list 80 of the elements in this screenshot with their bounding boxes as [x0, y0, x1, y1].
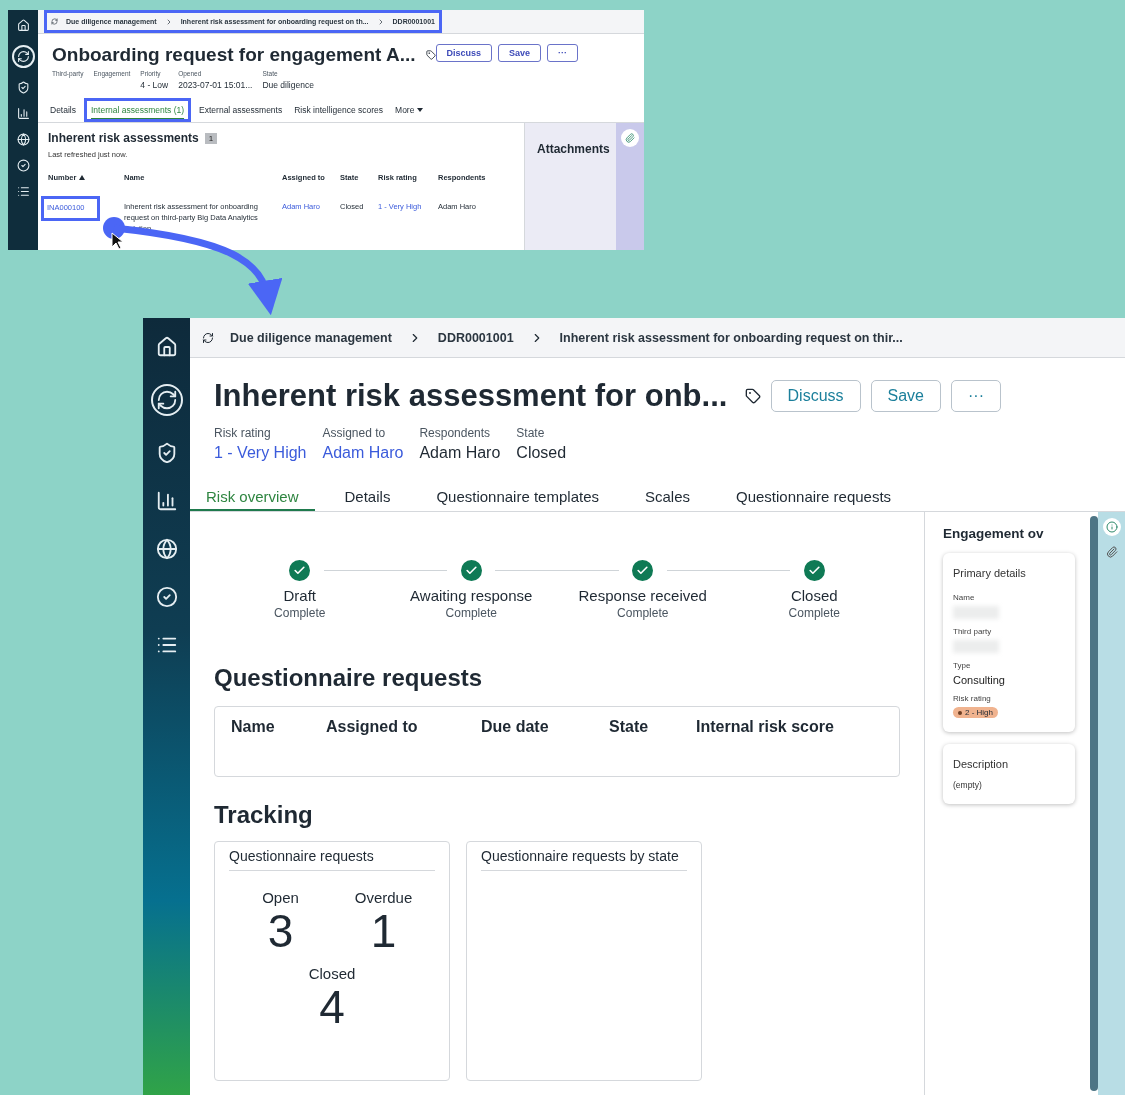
sync-icon[interactable] — [150, 384, 183, 416]
field-value: Closed — [516, 444, 567, 462]
tag-icon[interactable] — [425, 50, 436, 60]
step-label: Draft — [283, 587, 316, 604]
field-label: Risk rating — [953, 694, 992, 703]
section-title: Questionnaire requests — [214, 664, 484, 692]
step-label: Closed — [790, 587, 838, 604]
card-title: Questionnaire requests — [229, 848, 435, 871]
list-icon[interactable] — [16, 185, 30, 198]
card-title: Description — [953, 758, 1010, 770]
globe-icon[interactable] — [16, 133, 30, 146]
check-circle-icon[interactable] — [155, 586, 178, 608]
column-header[interactable]: Name — [231, 718, 326, 736]
sync-icon — [202, 331, 214, 344]
sort-up-icon — [79, 175, 86, 180]
check-circle-icon[interactable] — [16, 159, 30, 172]
more-button[interactable]: ··· — [951, 380, 1001, 412]
stat-value: 4 — [319, 981, 345, 1033]
field-label: Assigned to — [322, 426, 387, 440]
risk-badge: 2 - High — [953, 707, 998, 718]
field-label: Third party — [953, 627, 993, 636]
field-link[interactable]: 1 - Very High — [214, 444, 307, 462]
field-label: State — [516, 426, 546, 440]
section-title: Tracking — [214, 801, 314, 829]
home-icon[interactable] — [155, 336, 178, 358]
breadcrumb-link[interactable]: Inherent risk assessment for onboarding request on thir... — [559, 330, 903, 345]
empty-note: (empty) — [953, 780, 983, 790]
info-icon[interactable] — [1102, 518, 1121, 536]
column-header[interactable]: Due date — [481, 718, 609, 736]
field-value: 4 - Low — [140, 80, 169, 90]
step-label: Awaiting response — [410, 587, 533, 604]
more-button[interactable]: ··· — [547, 44, 579, 62]
home-icon[interactable] — [16, 19, 30, 32]
step-status: Complete — [445, 606, 497, 620]
action-button[interactable]: Save — [498, 44, 542, 62]
sync-icon[interactable] — [11, 45, 35, 68]
chart-icon[interactable] — [155, 490, 178, 512]
field-value: 2023-07-01 15:01... — [178, 80, 253, 90]
sync-icon — [51, 18, 58, 25]
record-title: Inherent risk assessment for onb... — [214, 378, 728, 414]
stat-label: Open — [262, 889, 299, 906]
action-button[interactable]: Discuss — [435, 44, 493, 62]
breadcrumb-link[interactable]: Due diligence management — [230, 330, 392, 345]
field-label: Risk rating — [214, 426, 272, 440]
tab[interactable]: Risk overview — [190, 488, 315, 511]
globe-icon[interactable] — [155, 538, 178, 560]
step-label: Response received — [578, 587, 707, 604]
field-value: Adam Haro — [419, 444, 501, 462]
field-value: Due diligence — [262, 80, 314, 90]
field-link[interactable]: Adam Haro — [322, 444, 404, 462]
paperclip-icon[interactable] — [621, 129, 639, 147]
field-label: Respondents — [419, 426, 492, 440]
column-header[interactable]: Internal risk score — [696, 718, 883, 736]
column-header[interactable]: Assigned to — [326, 718, 481, 736]
step-status: Complete — [617, 606, 669, 620]
stat-label: Closed — [308, 964, 356, 982]
panel-title: Engagement ov — [943, 526, 1045, 541]
section-title: Inherent risk assessments — [48, 131, 199, 145]
count-badge: 1 — [204, 132, 218, 144]
stat-value: 1 — [370, 906, 397, 957]
tag-icon[interactable] — [745, 388, 762, 404]
card-title: Primary details — [953, 567, 1027, 579]
stat-label: Overdue — [354, 889, 413, 906]
action-button[interactable]: Discuss — [770, 380, 861, 412]
breadcrumb-link[interactable]: DDR0001001 — [437, 330, 514, 345]
paperclip-icon[interactable] — [1105, 546, 1118, 558]
panel-title: Attachments — [537, 142, 610, 156]
step-status: Complete — [788, 606, 840, 620]
record-title: Onboarding request for engagement A... — [52, 44, 416, 66]
field-label: Name — [953, 593, 976, 602]
field-label: Type — [953, 661, 972, 670]
shield-check-icon[interactable] — [16, 81, 30, 94]
column-header[interactable]: State — [609, 718, 696, 736]
field-value: Consulting — [953, 674, 1006, 686]
tab[interactable]: Internal assessments (1) — [84, 98, 192, 122]
stat-value: 3 — [267, 906, 294, 957]
action-button[interactable]: Save — [870, 380, 941, 412]
step-status: Complete — [274, 606, 326, 620]
chart-icon[interactable] — [16, 107, 30, 120]
card-title: Questionnaire requests by state — [481, 848, 687, 871]
